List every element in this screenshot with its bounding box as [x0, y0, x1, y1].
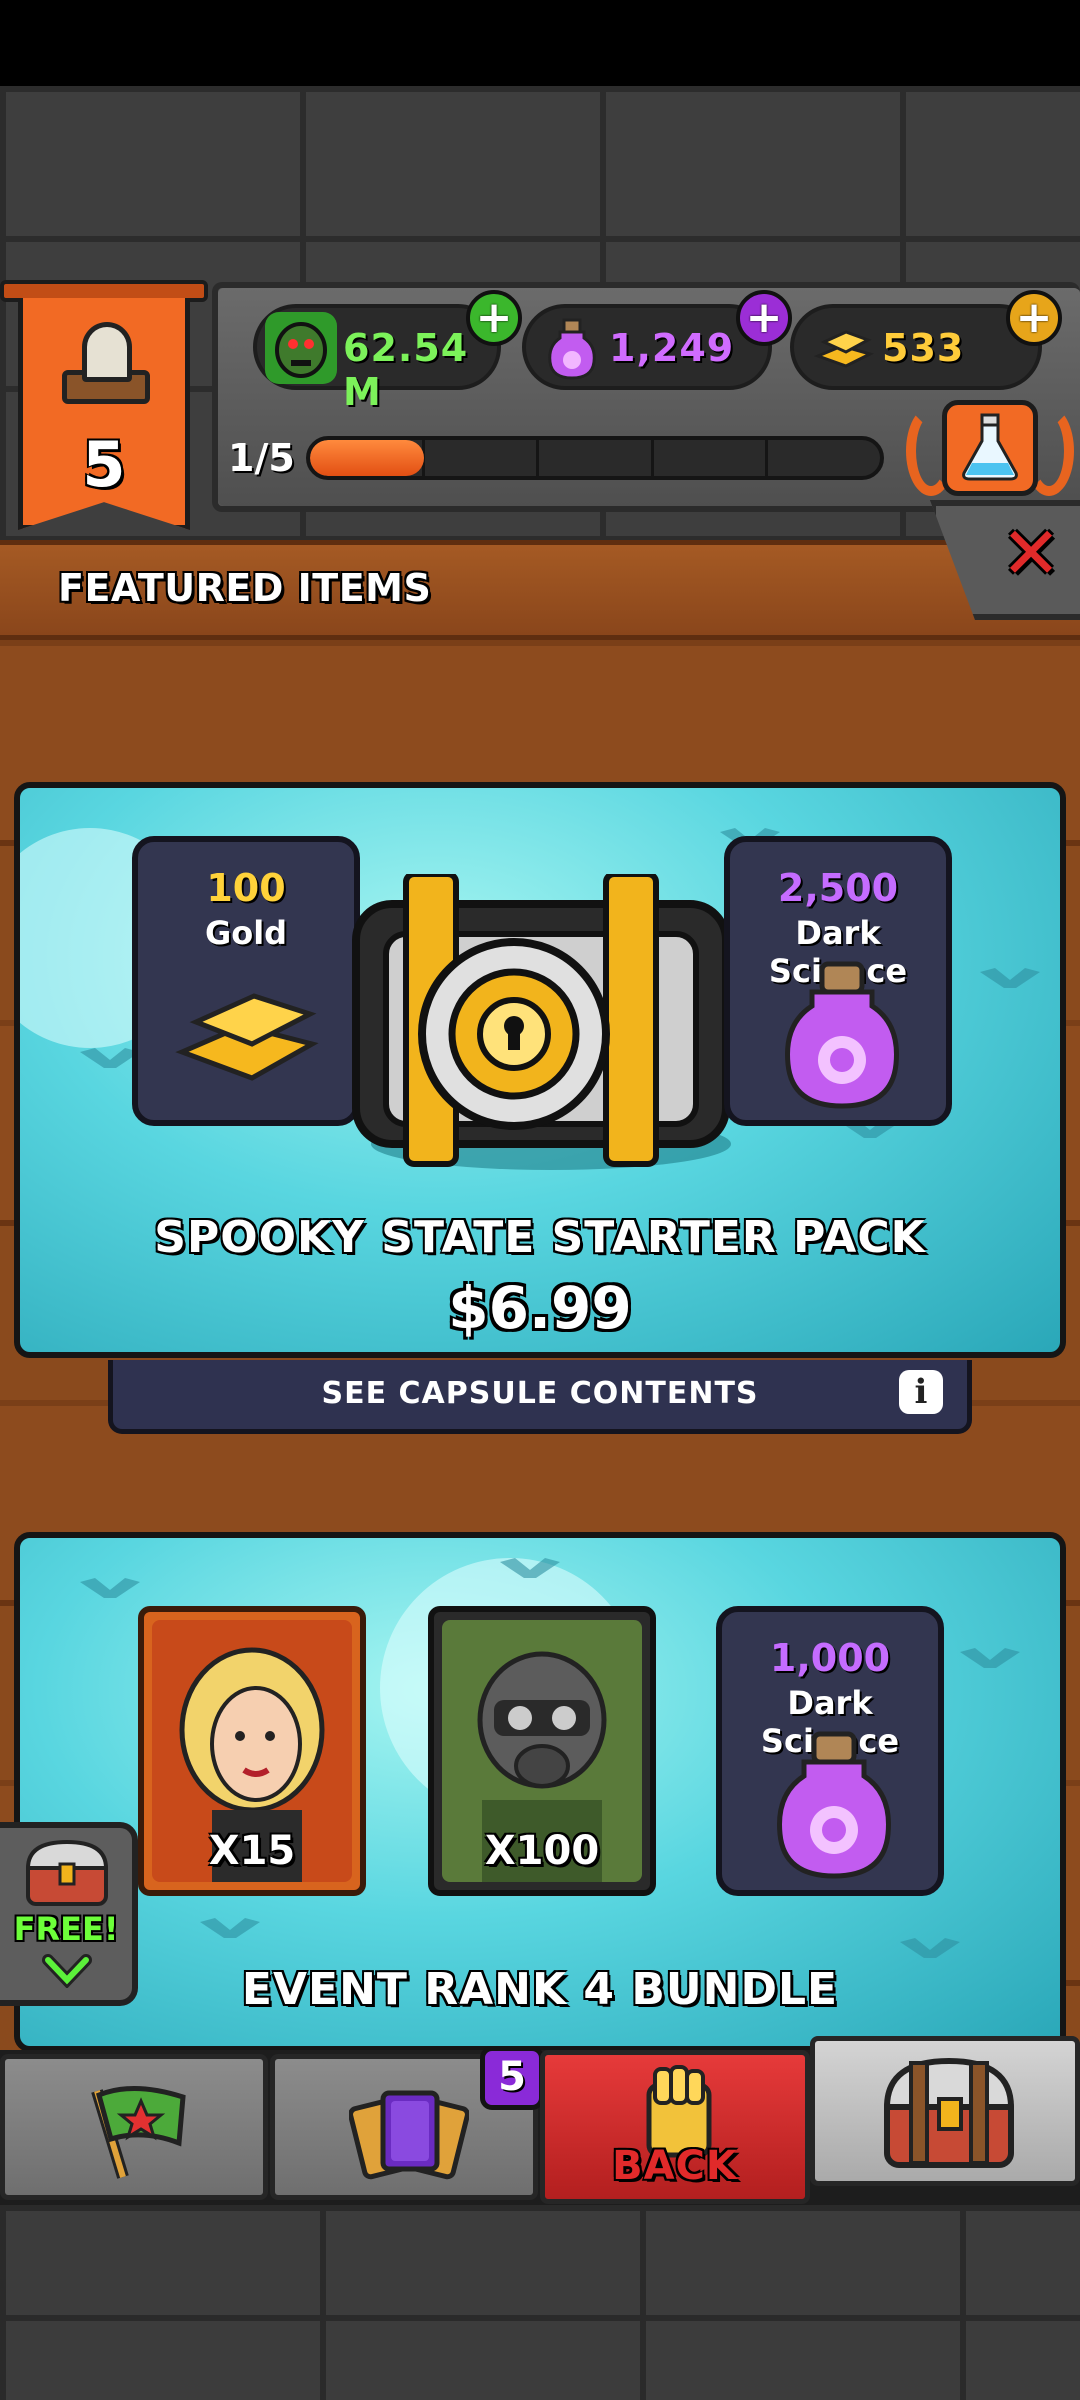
gold-count: 533 — [882, 326, 965, 370]
stone-wall-lower — [0, 2205, 1080, 2400]
offer-item-hero-gasmask: X100 — [428, 1606, 656, 1896]
gold-currency: 533 — [790, 304, 1042, 390]
plus-icon: + — [745, 292, 783, 343]
zombie-count: 62.54 M — [343, 326, 469, 414]
offer-title: SPOOKY STATE STARTER PACK — [154, 1212, 926, 1263]
back-button[interactable]: BACK — [540, 2050, 810, 2204]
offer-title: EVENT RANK 4 BUNDLE — [241, 1964, 839, 2015]
gold-bars-icon — [813, 330, 874, 368]
add-zombies-button[interactable]: + — [466, 290, 522, 346]
cards-count-badge: 5 — [480, 2046, 544, 2110]
dark-science-potion-icon — [785, 961, 899, 1109]
cards-icon — [349, 2090, 469, 2180]
chest-icon — [883, 2057, 1015, 2168]
hero-quantity: X15 — [208, 1828, 296, 1874]
see-capsule-contents-button[interactable]: SEE CAPSULE CONTENTS i — [108, 1360, 972, 1434]
chevron-down-icon — [42, 1954, 92, 1988]
hero-quantity: X100 — [484, 1828, 600, 1874]
vault-safe-icon — [352, 874, 762, 1170]
dark-science-count: 1,249 — [609, 326, 735, 370]
close-icon[interactable]: ✕ — [1000, 517, 1062, 589]
free-label: FREE! — [13, 1910, 119, 1948]
item-amount: 1,000 — [769, 1636, 891, 1680]
flask-icon — [962, 413, 1018, 481]
page-title: FEATURED ITEMS — [58, 566, 432, 610]
zombie-currency: 62.54 M — [253, 304, 501, 414]
offer-card-starter-pack[interactable]: 100 Gold 2,500 Dark Science SPOOKY STATE… — [14, 782, 1066, 1358]
flag-icon — [91, 2086, 186, 2179]
offer-item-dark-science: 2,500 Dark Science — [724, 836, 952, 1126]
plus-icon: + — [1015, 292, 1053, 343]
flask-button — [942, 400, 1038, 496]
item-amount: 2,500 — [777, 866, 899, 910]
back-label: BACK — [612, 2143, 738, 2189]
info-icon[interactable]: i — [899, 1370, 943, 1414]
dark-science-currency: 1,249 — [522, 304, 772, 390]
level-banner[interactable]: 5 — [0, 280, 208, 530]
item-name: Gold — [204, 914, 288, 952]
item-amount: 100 — [206, 866, 286, 910]
zombie-head-icon — [265, 312, 337, 384]
offer-item-gold: 100 Gold — [132, 836, 360, 1126]
nav-flag-button[interactable] — [0, 2054, 268, 2200]
progress-fill — [310, 440, 424, 476]
offer-card-event-bundle[interactable]: X15 X100 1,000 Dark Science EVENT RANK 4… — [14, 1532, 1066, 2052]
status-bar — [0, 0, 1080, 86]
offer-item-hero-blonde: X15 — [138, 1606, 366, 1896]
nav-chest-button[interactable] — [810, 2036, 1080, 2186]
chest-icon — [25, 1839, 109, 1906]
offer-price-button[interactable]: $6.99 — [20, 1274, 1060, 1342]
plus-icon: + — [475, 292, 513, 343]
free-chest-tab[interactable]: FREE! — [0, 1822, 138, 2006]
progress-bar — [306, 436, 884, 480]
tombstone-icon — [82, 322, 132, 382]
dark-science-potion-icon — [548, 318, 596, 380]
progress-label: 1/5 — [228, 436, 295, 480]
player-level: 5 — [82, 428, 126, 501]
research-badge[interactable] — [906, 400, 1074, 510]
add-dark-science-button[interactable]: + — [736, 290, 792, 346]
offer-item-dark-science: 1,000 Dark Science — [716, 1606, 944, 1896]
see-contents-label: SEE CAPSULE CONTENTS — [321, 1376, 759, 1411]
add-gold-button[interactable]: + — [1006, 290, 1062, 346]
gold-bars-icon — [175, 993, 319, 1081]
dark-science-potion-icon — [777, 1731, 891, 1879]
